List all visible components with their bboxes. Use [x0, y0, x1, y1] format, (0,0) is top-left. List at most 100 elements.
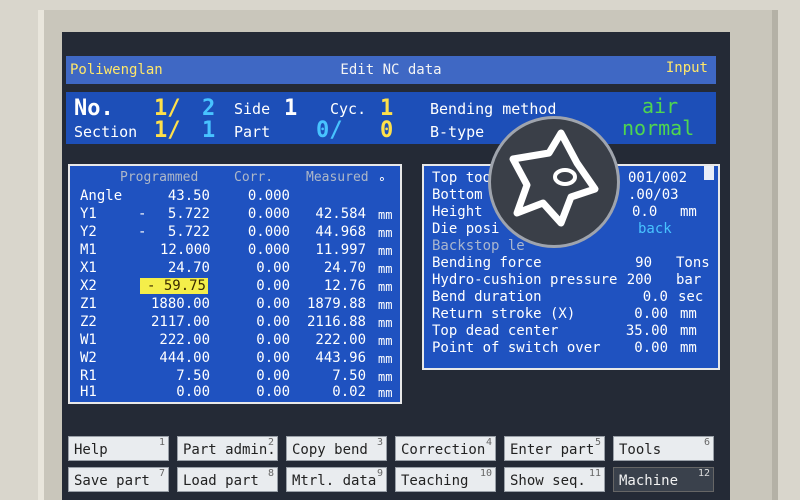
bending-method-label: Bending method: [430, 100, 557, 118]
param-unit: sec: [678, 289, 704, 305]
help-button[interactable]: Help 1: [68, 436, 169, 461]
param-row[interactable]: Hydro-cushion pressure 200 bar: [432, 272, 712, 289]
corr-value: 0.00: [256, 296, 290, 312]
tools-button[interactable]: Tools 6: [613, 436, 714, 461]
param-unit: Tons: [676, 255, 710, 271]
col-programmed: Programmed: [120, 170, 199, 185]
table-row[interactable]: Z1 1880.00 0.00 1879.88 mm: [70, 296, 400, 313]
cyc-label: Cyc.: [330, 100, 367, 118]
programmed-value: 222.00: [159, 332, 210, 348]
param-label: Top too: [432, 170, 492, 186]
table-row[interactable]: X1 24.70 0.00 24.70 mm: [70, 260, 400, 277]
table-row[interactable]: M1 12.000 0.000 11.997 mm: [70, 242, 400, 259]
side-label: Side: [234, 100, 271, 118]
correction-button[interactable]: Correction 4: [395, 436, 496, 461]
scroll-indicator[interactable]: [704, 166, 714, 180]
programmed-value: 0.00: [176, 384, 210, 400]
param-value: 001/002: [628, 170, 688, 186]
measured-value: 443.96: [315, 350, 366, 366]
save-part-button[interactable]: Save part 7: [68, 467, 169, 492]
param-label: Die posi: [432, 221, 500, 237]
input-mode: Input: [665, 60, 708, 76]
programmed-value: 5.722: [167, 206, 210, 222]
param-value: 200: [626, 272, 652, 288]
corr-value: 0.000: [247, 224, 290, 240]
fkey-number: 11: [588, 468, 601, 479]
table-row[interactable]: Angle 43.50 0.000: [70, 188, 400, 205]
table-row[interactable]: Y1 - 5.722 0.000 42.584 mm: [70, 206, 400, 223]
programmed-value-input[interactable]: - 59.75: [140, 278, 208, 294]
fkey-label: Correction: [401, 442, 486, 458]
fkey-number: 12: [697, 468, 710, 479]
fkey-label: Load part: [183, 473, 259, 489]
part-admin-button[interactable]: Part admin. 2: [177, 436, 278, 461]
fkey-number: 3: [376, 437, 383, 448]
measured-value: 42.584: [315, 206, 366, 222]
axis-label: W2: [80, 350, 97, 366]
fkey-label: Save part: [74, 473, 150, 489]
bending-method-value: air: [642, 94, 679, 118]
table-row[interactable]: R1 7.50 0.00 7.50 mm: [70, 368, 400, 385]
axis-label: H1: [80, 384, 97, 400]
corr-value: 0.00: [256, 278, 290, 294]
measured-value: 44.968: [315, 224, 366, 240]
measured-value: 1879.88: [306, 296, 366, 312]
param-row[interactable]: Point of switch over 0.00 mm: [432, 340, 712, 357]
programmed-value: 1880.00: [150, 296, 210, 312]
param-label: Bottom: [432, 187, 483, 203]
param-row[interactable]: Top dead center 35.00 mm: [432, 323, 712, 340]
table-row[interactable]: H1 0.00 0.00 0.02 mm: [70, 384, 400, 401]
btype-label: B-type: [430, 123, 485, 141]
param-value: 0.0: [632, 204, 658, 220]
fkey-label: Tools: [619, 442, 662, 458]
table-row[interactable]: X2 - 59.75 0.00 12.76 mm: [70, 278, 400, 295]
part-total: 0: [380, 118, 394, 143]
btype-value: normal: [622, 116, 695, 140]
table-row[interactable]: W2 444.00 0.00 443.96 mm: [70, 350, 400, 367]
copy-bend-button[interactable]: Copy bend 3: [286, 436, 387, 461]
programmed-value: 5.722: [167, 224, 210, 240]
param-unit: mm: [680, 323, 697, 339]
axis-label: Angle: [80, 188, 123, 204]
param-value: 0.00: [634, 306, 668, 322]
load-part-button[interactable]: Load part 8: [177, 467, 278, 492]
axis-label: W1: [80, 332, 97, 348]
axis-values-table: Programmed Corr. Measured ° Angle 43.50 …: [68, 164, 402, 404]
param-unit: mm: [680, 340, 697, 356]
param-value: 0.0: [642, 289, 668, 305]
machine-button[interactable]: Machine 12: [613, 467, 714, 492]
param-value: back: [638, 221, 672, 237]
corr-value: 0.00: [256, 332, 290, 348]
measured-value: 7.50: [332, 368, 366, 384]
logo-shape-icon: [509, 129, 599, 227]
axis-label: M1: [80, 242, 97, 258]
col-corr: Corr.: [234, 170, 274, 185]
corr-value: 0.000: [247, 206, 290, 222]
title-bar: Poliwenglan Edit NC data Input: [66, 56, 716, 84]
table-row[interactable]: W1 222.00 0.00 222.00 mm: [70, 332, 400, 349]
axis-sign: -: [138, 224, 147, 240]
param-row[interactable]: Bending force 90 Tons: [432, 255, 712, 272]
param-label: Bending force: [432, 255, 542, 271]
material-data-button[interactable]: Mtrl. data 9: [286, 467, 387, 492]
measured-value: 2116.88: [306, 314, 366, 330]
param-row[interactable]: Return stroke (X) 0.00 mm: [432, 306, 712, 323]
table-row[interactable]: Z2 2117.00 0.00 2116.88 mm: [70, 314, 400, 331]
fkey-number: 9: [376, 468, 383, 479]
corr-value: 0.00: [256, 314, 290, 330]
table-row[interactable]: Y2 - 5.722 0.000 44.968 mm: [70, 224, 400, 241]
programmed-value: 444.00: [159, 350, 210, 366]
enter-part-button[interactable]: Enter part 5: [504, 436, 605, 461]
part-label: Part: [234, 123, 271, 141]
corr-value: 0.00: [256, 384, 290, 400]
fkey-label: Part admin.: [183, 442, 276, 458]
programmed-value: 43.50: [167, 188, 210, 204]
fkey-label: Teaching: [401, 473, 469, 489]
info-bar: No. 1/ 2 Side 1 Cyc. 1 Section 1/ 1 Part…: [66, 92, 716, 144]
teaching-button[interactable]: Teaching 10: [395, 467, 496, 492]
section-label: Section: [74, 123, 138, 141]
param-row[interactable]: Bend duration 0.0 sec: [432, 289, 712, 306]
show-sequence-button[interactable]: Show seq. 11: [504, 467, 605, 492]
axis-label: R1: [80, 368, 97, 384]
fkey-label: Machine: [619, 473, 679, 489]
